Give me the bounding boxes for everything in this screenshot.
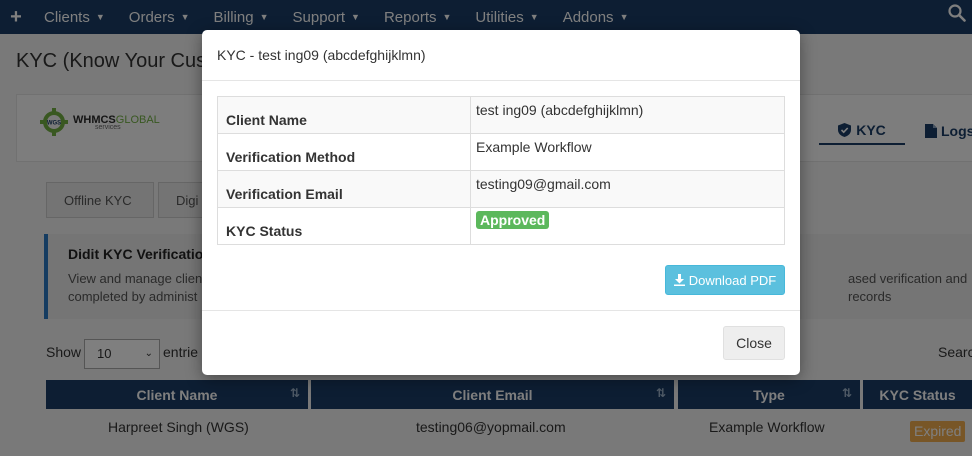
table-row: Verification Email testing09@gmail.com	[217, 170, 785, 208]
table-row: Client Name test ing09 (abcdefghijklmn)	[217, 96, 785, 134]
approved-badge: Approved	[476, 211, 550, 229]
field-label: Verification Email	[217, 170, 471, 208]
table-row: Verification Method Example Workflow	[217, 133, 785, 171]
field-value: Approved	[470, 207, 785, 245]
table-row: KYC Status Approved	[217, 207, 785, 245]
close-button-label: Close	[736, 335, 772, 351]
close-button[interactable]: Close	[723, 326, 785, 360]
divider	[202, 310, 800, 311]
kyc-modal: KYC - test ing09 (abcdefghijklmn) Client…	[202, 30, 800, 375]
download-pdf-label: Download PDF	[688, 272, 777, 288]
divider	[202, 80, 800, 81]
kyc-details-table: Client Name test ing09 (abcdefghijklmn) …	[217, 96, 785, 245]
field-label: Client Name	[217, 96, 471, 134]
field-label: KYC Status	[217, 207, 471, 245]
field-label: Verification Method	[217, 133, 471, 171]
field-value: Example Workflow	[470, 133, 785, 171]
modal-title: KYC - test ing09 (abcdefghijklmn)	[217, 47, 426, 63]
field-value: test ing09 (abcdefghijklmn)	[470, 96, 785, 134]
download-pdf-button[interactable]: Download PDF	[665, 265, 785, 295]
download-icon	[673, 274, 685, 286]
field-value: testing09@gmail.com	[470, 170, 785, 208]
